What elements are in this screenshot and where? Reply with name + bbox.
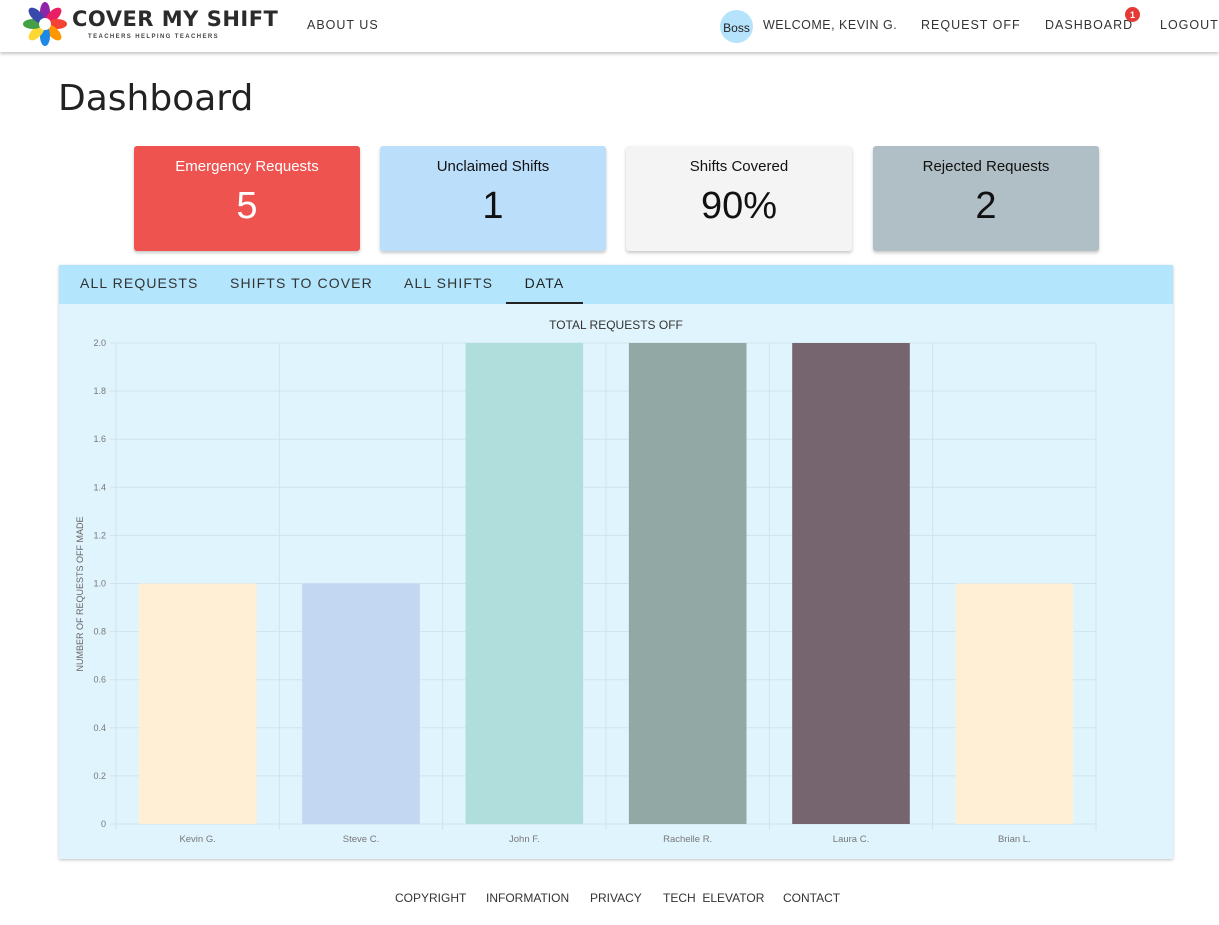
brand-name[interactable]: COVER MY SHIFT [72, 7, 278, 31]
y-tick-label: 1.8 [93, 386, 106, 396]
requests-off-bar-chart: TOTAL REQUESTS OFF NUMBER OF REQUESTS OF… [75, 318, 1097, 845]
stat-value: 1 [482, 185, 504, 227]
y-tick-label: 0.4 [93, 723, 106, 733]
x-tick-label: Laura C. [833, 834, 869, 845]
tab-bar: ALL REQUESTS SHIFTS TO COVER ALL SHIFTS … [59, 265, 1173, 304]
x-tick-label: Steve C. [343, 834, 379, 845]
page-title: Dashboard [58, 78, 254, 119]
bar-kevin-g[interactable] [138, 583, 257, 825]
stat-card-unclaimed-shifts[interactable]: Unclaimed Shifts 1 [380, 146, 606, 251]
stat-label: Unclaimed Shifts [436, 158, 550, 175]
bar-john-f[interactable] [465, 343, 584, 824]
tab-panel: ALL REQUESTS SHIFTS TO COVER ALL SHIFTS … [59, 265, 1173, 859]
footer-privacy[interactable]: PRIVACY [590, 891, 642, 905]
y-tick-label: 1.0 [93, 579, 106, 589]
tab-data[interactable]: DATA [506, 265, 583, 304]
bar-steve-c[interactable] [302, 583, 420, 825]
y-tick-label: 1.4 [93, 482, 106, 492]
brand-tagline: TEACHERS HELPING TEACHERS [88, 34, 220, 40]
top-navbar: COVER MY SHIFT TEACHERS HELPING TEACHERS… [0, 0, 1219, 52]
y-axis-label: NUMBER OF REQUESTS OFF MADE [75, 516, 85, 671]
y-tick-label: 1.6 [93, 434, 106, 444]
x-tick-label: Rachelle R. [663, 834, 712, 845]
y-tick-label: 0 [101, 819, 106, 829]
y-tick-label: 0.2 [93, 771, 106, 781]
stat-card-shifts-covered[interactable]: Shifts Covered 90% [626, 146, 852, 251]
y-tick-label: 2.0 [93, 338, 106, 348]
avatar: Boss [720, 10, 753, 43]
footer-information[interactable]: INFORMATION [486, 891, 569, 905]
tab-all-shifts[interactable]: ALL SHIFTS [404, 265, 493, 304]
stat-value: 5 [236, 185, 258, 227]
y-tick-label: 0.6 [93, 675, 106, 685]
x-tick-label: John F. [509, 834, 540, 845]
notification-badge: 1 [1125, 7, 1140, 22]
nav-request-off[interactable]: REQUEST OFF [921, 18, 1021, 32]
bar-laura-c[interactable] [792, 343, 910, 824]
chart-title: TOTAL REQUESTS OFF [549, 318, 683, 332]
bar-brian-l[interactable] [955, 583, 1074, 825]
nav-dashboard[interactable]: DASHBOARD [1045, 18, 1133, 32]
welcome-text: WELCOME, KEVIN G. [763, 18, 898, 32]
stat-value: 2 [975, 185, 997, 227]
nav-about-us[interactable]: ABOUT US [307, 18, 379, 32]
x-tick-label: Brian L. [998, 834, 1031, 845]
stat-label: Emergency Requests [175, 158, 319, 175]
stat-label: Shifts Covered [689, 158, 789, 175]
y-tick-label: 1.2 [93, 530, 106, 540]
nav-logout[interactable]: LOGOUT [1160, 18, 1219, 32]
stat-card-emergency-requests[interactable]: Emergency Requests 5 [134, 146, 360, 251]
stat-value: 90% [700, 185, 778, 227]
tab-all-requests[interactable]: ALL REQUESTS [80, 265, 199, 304]
stat-card-rejected-requests[interactable]: Rejected Requests 2 [873, 146, 1099, 251]
y-tick-label: 0.8 [93, 627, 106, 637]
footer-contact[interactable]: CONTACT [783, 891, 840, 905]
footer-tech-elevator[interactable]: TECH ELEVATOR [663, 891, 764, 905]
footer-copyright[interactable]: COPYRIGHT [395, 891, 466, 905]
tab-shifts-to-cover[interactable]: SHIFTS TO COVER [230, 265, 373, 304]
bar-rachelle-r[interactable] [628, 343, 747, 824]
hands-logo-icon[interactable] [22, 2, 68, 46]
x-tick-label: Kevin G. [179, 834, 215, 845]
stat-label: Rejected Requests [922, 158, 1050, 175]
